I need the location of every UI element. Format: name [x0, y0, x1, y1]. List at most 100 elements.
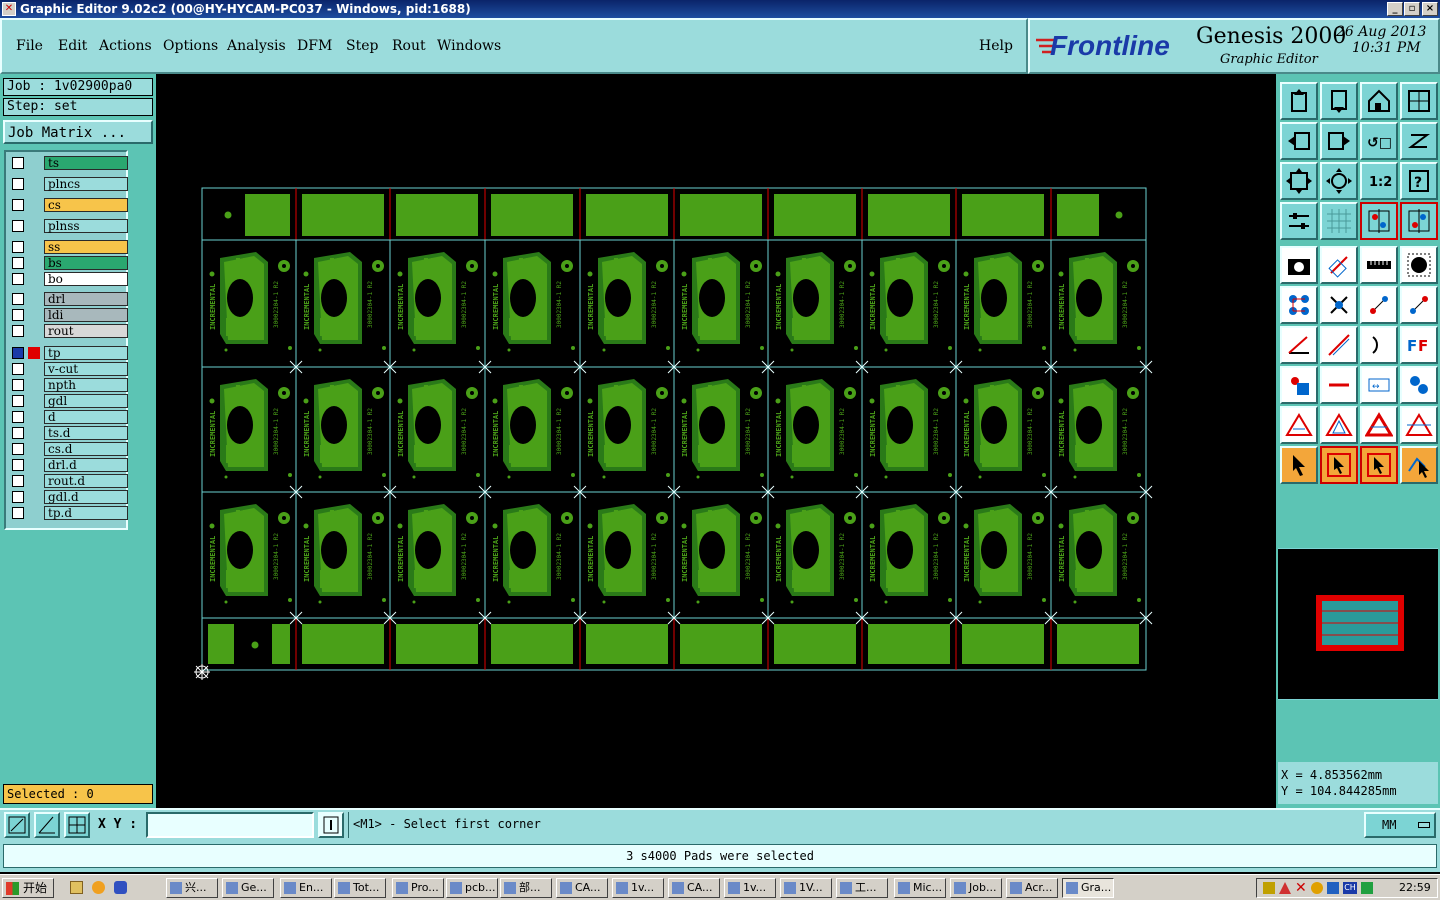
- layer-checkbox[interactable]: [12, 459, 24, 471]
- layer-name[interactable]: bs: [44, 256, 128, 270]
- units-selector[interactable]: MM: [1364, 812, 1436, 838]
- taskbar-task[interactable]: CA...: [668, 878, 720, 898]
- layer-checkbox[interactable]: [12, 178, 24, 190]
- tray-close-icon[interactable]: ✕: [1295, 880, 1307, 896]
- triangle-4-button[interactable]: [1400, 406, 1438, 444]
- layer-name[interactable]: plncs: [44, 177, 128, 191]
- pointer-net-button[interactable]: [1400, 446, 1438, 484]
- layer-name[interactable]: gdl.d: [44, 490, 128, 504]
- layer-checkbox[interactable]: [12, 363, 24, 375]
- layer-name[interactable]: plnss: [44, 219, 128, 233]
- minimize-button[interactable]: _: [1387, 2, 1403, 16]
- menu-step[interactable]: Step: [346, 38, 378, 54]
- layer-checkbox[interactable]: [12, 309, 24, 321]
- tray-network-icon[interactable]: [1311, 882, 1323, 894]
- close-button[interactable]: ×: [1422, 2, 1438, 16]
- quicklaunch-clock-icon[interactable]: [92, 881, 105, 894]
- layer-name[interactable]: tp: [44, 346, 128, 360]
- taskbar-task[interactable]: CA...: [556, 878, 608, 898]
- graphic-canvas[interactable]: INCREMENTAL 30002304-1 R2 INCREMENTAL 30002…: [156, 74, 1276, 808]
- ruler-button[interactable]: [1360, 246, 1398, 284]
- layer-row-rout.d[interactable]: rout.d: [10, 474, 128, 488]
- layer-row-bo[interactable]: bo: [10, 272, 128, 286]
- layer-checkbox[interactable]: [12, 379, 24, 391]
- layer-row-ldi[interactable]: ldi: [10, 308, 128, 322]
- minimap[interactable]: [1278, 548, 1438, 700]
- menu-windows[interactable]: Windows: [437, 38, 501, 54]
- copy-button[interactable]: [1400, 286, 1438, 324]
- layer-row-plncs[interactable]: plncs: [10, 177, 128, 191]
- tray-alert-icon[interactable]: [1279, 882, 1291, 894]
- zoom-back-button[interactable]: ↺□: [1360, 122, 1398, 160]
- tray-tool-icon[interactable]: [1263, 882, 1275, 894]
- menu-help[interactable]: Help: [979, 38, 1013, 54]
- clipboard-down-button[interactable]: [1320, 82, 1358, 120]
- taskbar-task[interactable]: Mic...: [894, 878, 946, 898]
- layer-checkbox[interactable]: [12, 220, 24, 232]
- layer-name[interactable]: cs.d: [44, 442, 128, 456]
- taskbar-task[interactable]: Job...: [950, 878, 1002, 898]
- pointer-box-button[interactable]: [1320, 446, 1358, 484]
- layer-row-ts.d[interactable]: ts.d: [10, 426, 128, 440]
- snap-red-2-button[interactable]: [1400, 202, 1438, 240]
- menu-rout[interactable]: Rout: [392, 38, 426, 54]
- info-button[interactable]: [318, 812, 344, 838]
- layer-row-tp.d[interactable]: tp.d: [10, 506, 128, 520]
- taskbar-task[interactable]: Acr...: [1006, 878, 1058, 898]
- move-button[interactable]: [1360, 286, 1398, 324]
- layer-row-drl[interactable]: drl: [10, 292, 128, 306]
- layer-checkbox[interactable]: [12, 443, 24, 455]
- layer-name[interactable]: rout: [44, 324, 128, 338]
- taskbar-task[interactable]: 1v...: [612, 878, 664, 898]
- window-split-button[interactable]: [1400, 82, 1438, 120]
- xy-input[interactable]: [146, 812, 314, 838]
- triangle-1-button[interactable]: [1280, 406, 1318, 444]
- layer-row-rout[interactable]: rout: [10, 324, 128, 338]
- menu-analysis[interactable]: Analysis: [227, 38, 286, 54]
- pointer-button[interactable]: [1280, 446, 1318, 484]
- tray-s-icon[interactable]: [1361, 882, 1373, 894]
- pointer-select-button[interactable]: [1360, 446, 1398, 484]
- layer-name[interactable]: rout.d: [44, 474, 128, 488]
- menu-edit[interactable]: Edit: [58, 38, 87, 54]
- layer-name[interactable]: drl: [44, 292, 128, 306]
- start-button[interactable]: 开始: [2, 878, 54, 898]
- layer-row-npth[interactable]: npth: [10, 378, 128, 392]
- camera-button[interactable]: [1280, 246, 1318, 284]
- layer-row-d[interactable]: d: [10, 410, 128, 424]
- job-matrix-button[interactable]: Job Matrix ...: [3, 120, 153, 144]
- erase-button[interactable]: [1320, 246, 1358, 284]
- pan-right-button[interactable]: [1320, 122, 1358, 160]
- measure-button[interactable]: ↔: [1360, 366, 1398, 404]
- triangle-2-button[interactable]: [1320, 406, 1358, 444]
- clipboard-up-button[interactable]: [1280, 82, 1318, 120]
- quicklaunch-shield-icon[interactable]: [114, 881, 127, 894]
- layer-name[interactable]: drl.d: [44, 458, 128, 472]
- pad-button[interactable]: [1400, 246, 1438, 284]
- layer-name[interactable]: d: [44, 410, 128, 424]
- quicklaunch-desktop-icon[interactable]: [70, 881, 83, 894]
- layer-row-cs[interactable]: cs: [10, 198, 128, 212]
- layer-name[interactable]: ts: [44, 156, 128, 170]
- layer-row-tp[interactable]: tp: [10, 346, 128, 360]
- layer-row-cs.d[interactable]: cs.d: [10, 442, 128, 456]
- layer-name[interactable]: ss: [44, 240, 128, 254]
- layer-checkbox[interactable]: [12, 273, 24, 285]
- group-pads-button[interactable]: [1400, 366, 1438, 404]
- maximize-button[interactable]: ▫: [1404, 2, 1420, 16]
- tray-monitor-icon[interactable]: [1327, 882, 1339, 894]
- layer-row-plnss[interactable]: plnss: [10, 219, 128, 233]
- taskbar-task[interactable]: 1v...: [724, 878, 776, 898]
- layer-name[interactable]: bo: [44, 272, 128, 286]
- layer-checkbox[interactable]: [12, 491, 24, 503]
- layer-checkbox[interactable]: [12, 293, 24, 305]
- taskbar-task[interactable]: 工...: [836, 878, 888, 898]
- pcb-panel-view[interactable]: INCREMENTAL 30002304-1 R2 INCREMENTAL 30002…: [156, 74, 1276, 808]
- layer-row-gdl[interactable]: gdl: [10, 394, 128, 408]
- menu-file[interactable]: File: [16, 38, 43, 54]
- redraw-button[interactable]: [1400, 122, 1438, 160]
- minus-line-button[interactable]: [1320, 366, 1358, 404]
- layer-name[interactable]: v-cut: [44, 362, 128, 376]
- layer-checkbox[interactable]: [12, 475, 24, 487]
- zoom-center-button[interactable]: [1320, 162, 1358, 200]
